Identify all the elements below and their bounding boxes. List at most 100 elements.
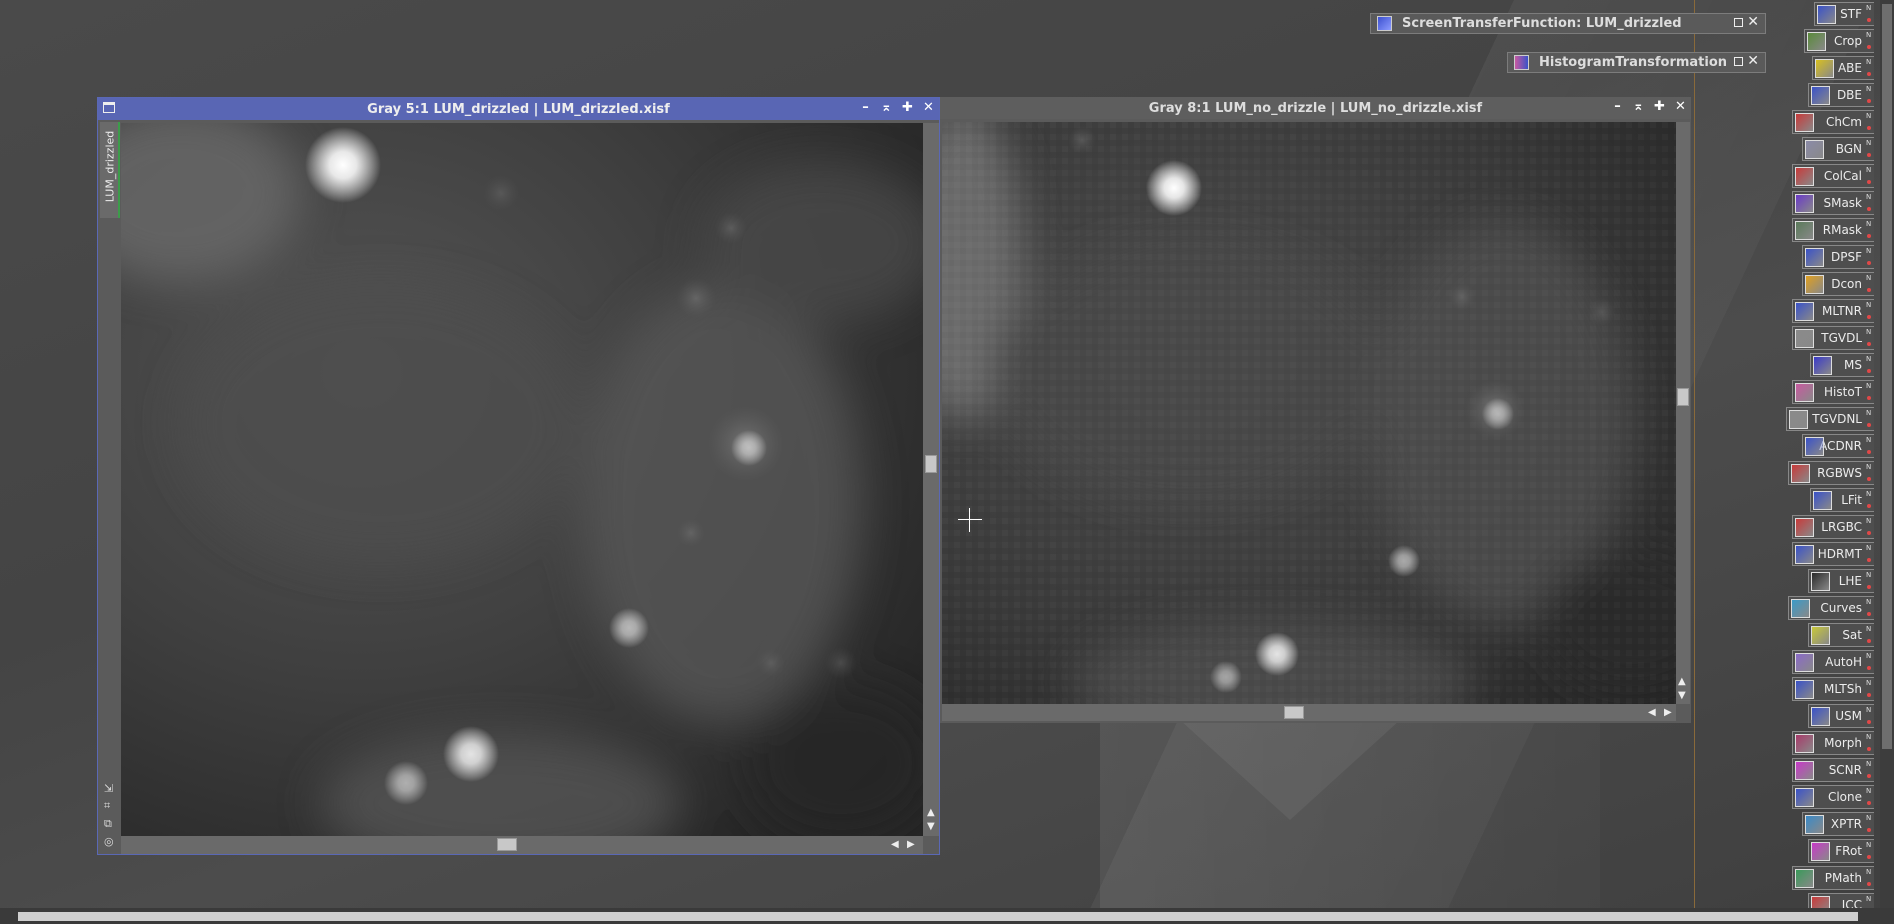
- new-instance-icon[interactable]: [1866, 409, 1872, 429]
- process-icon-histot[interactable]: HistoT: [1792, 380, 1874, 404]
- process-icon-abe[interactable]: ABE: [1812, 56, 1874, 80]
- image-viewport[interactable]: [121, 123, 923, 836]
- new-instance-icon[interactable]: [1866, 112, 1872, 132]
- new-instance-icon[interactable]: [1866, 679, 1872, 699]
- close-button[interactable]: ✕: [922, 100, 935, 115]
- process-icon-chcm[interactable]: ChCm: [1792, 110, 1874, 134]
- process-icon-stf[interactable]: STF: [1814, 2, 1874, 26]
- close-icon[interactable]: ✕: [1747, 14, 1759, 30]
- zoom-to-fit-icon[interactable]: ⇲: [104, 782, 114, 795]
- shade-button[interactable]: ⌅: [1632, 99, 1645, 114]
- floating-tool-histogram[interactable]: HistogramTransformation ✕: [1507, 52, 1766, 73]
- process-icon-autoh[interactable]: AutoH: [1792, 650, 1874, 674]
- new-instance-icon[interactable]: [1866, 166, 1872, 186]
- new-instance-icon[interactable]: [1866, 787, 1872, 807]
- process-icon-sat[interactable]: Sat: [1808, 623, 1874, 647]
- window-menu-icon[interactable]: [103, 102, 115, 113]
- new-instance-icon[interactable]: [1866, 220, 1872, 240]
- image-window-lum-drizzled[interactable]: Gray 5:1 LUM_drizzled | LUM_drizzled.xis…: [97, 97, 940, 855]
- process-icon-lrgbc[interactable]: LRGBC: [1792, 515, 1874, 539]
- new-instance-icon[interactable]: [1866, 490, 1872, 510]
- process-icon-lfit[interactable]: LFit: [1810, 488, 1874, 512]
- process-icon-clone[interactable]: Clone: [1792, 785, 1874, 809]
- new-instance-icon[interactable]: [1866, 436, 1872, 456]
- close-button[interactable]: ✕: [1674, 99, 1687, 114]
- new-instance-icon[interactable]: [1866, 544, 1872, 564]
- restore-icon[interactable]: [1734, 18, 1743, 27]
- scroll-left-icon[interactable]: ◀: [891, 839, 899, 850]
- horizontal-scrollbar[interactable]: ◀ ▶: [121, 836, 923, 854]
- new-instance-icon[interactable]: [1866, 247, 1872, 267]
- process-icon-pmath[interactable]: PMath: [1792, 866, 1874, 890]
- new-instance-icon[interactable]: [1866, 571, 1872, 591]
- process-icon-dpsf[interactable]: DPSF: [1802, 245, 1874, 269]
- window-titlebar[interactable]: Gray 5:1 LUM_drizzled | LUM_drizzled.xis…: [98, 98, 939, 120]
- floating-tool-stf[interactable]: ScreenTransferFunction: LUM_drizzled ✕: [1370, 13, 1766, 34]
- new-instance-icon[interactable]: [1866, 841, 1872, 861]
- shade-button[interactable]: ⌅: [880, 100, 893, 115]
- new-instance-icon[interactable]: [1866, 85, 1872, 105]
- scrollbar-thumb[interactable]: [925, 455, 937, 473]
- maximize-button[interactable]: ✚: [1653, 99, 1666, 114]
- maximize-button[interactable]: ✚: [901, 100, 914, 115]
- process-icon-rgbws[interactable]: RGBWS: [1788, 461, 1874, 485]
- new-instance-icon[interactable]: [1866, 31, 1872, 51]
- new-instance-icon[interactable]: [1866, 382, 1872, 402]
- process-icon-scnr[interactable]: SCNR: [1792, 758, 1874, 782]
- scroll-right-icon[interactable]: ▶: [1664, 707, 1672, 718]
- window-titlebar[interactable]: Gray 8:1 LUM_no_drizzle | LUM_no_drizzle…: [940, 97, 1691, 119]
- new-instance-icon[interactable]: [1866, 4, 1872, 24]
- new-instance-icon[interactable]: [1866, 814, 1872, 834]
- workspace-vertical-scrollbar[interactable]: [1880, 0, 1894, 908]
- new-instance-icon[interactable]: [1866, 193, 1872, 213]
- process-icon-smask[interactable]: SMask: [1792, 191, 1874, 215]
- process-icon-frot[interactable]: FRot: [1808, 839, 1874, 863]
- new-instance-icon[interactable]: [1866, 706, 1872, 726]
- process-icon-curves[interactable]: Curves: [1788, 596, 1874, 620]
- process-icon-crop[interactable]: Crop: [1804, 29, 1874, 53]
- new-instance-icon[interactable]: [1866, 652, 1872, 672]
- new-instance-icon[interactable]: [1866, 760, 1872, 780]
- process-icon-dbe[interactable]: DBE: [1808, 83, 1874, 107]
- process-icon-dcon[interactable]: Dcon: [1802, 272, 1874, 296]
- vertical-scrollbar[interactable]: ▲ ▼: [1676, 122, 1690, 704]
- process-icon-tgvdl[interactable]: TGVDL: [1792, 326, 1874, 350]
- scrollbar-thumb[interactable]: [18, 912, 1858, 921]
- new-instance-icon[interactable]: [1866, 598, 1872, 618]
- close-icon[interactable]: ✕: [1747, 53, 1759, 69]
- new-instance-icon[interactable]: [1866, 625, 1872, 645]
- image-viewport[interactable]: [942, 122, 1676, 704]
- process-icon-rmask[interactable]: RMask: [1792, 218, 1874, 242]
- scroll-right-icon[interactable]: ▶: [907, 839, 915, 850]
- new-instance-icon[interactable]: [1866, 139, 1872, 159]
- process-icon-hdrmt[interactable]: HDRMT: [1792, 542, 1874, 566]
- scroll-left-icon[interactable]: ◀: [1648, 707, 1656, 718]
- process-icon-mltnr[interactable]: MLTNR: [1792, 299, 1874, 323]
- process-icon-colcal[interactable]: ColCal: [1792, 164, 1874, 188]
- process-icon-usm[interactable]: USM: [1808, 704, 1874, 728]
- scrollbar-thumb[interactable]: [1882, 4, 1892, 749]
- scroll-up-icon[interactable]: ▲: [1678, 676, 1686, 687]
- new-instance-icon[interactable]: [1866, 463, 1872, 483]
- minimize-button[interactable]: –: [859, 100, 872, 115]
- new-instance-icon[interactable]: [1866, 328, 1872, 348]
- workspace-horizontal-scrollbar[interactable]: [0, 908, 1894, 924]
- scroll-down-icon[interactable]: ▼: [1678, 690, 1686, 701]
- fit-view-icon[interactable]: ⌗: [104, 799, 114, 813]
- scrollbar-thumb[interactable]: [497, 838, 517, 851]
- clone-view-icon[interactable]: ⧉: [104, 817, 114, 831]
- process-icon-bgn[interactable]: BGN: [1802, 137, 1874, 161]
- target-icon[interactable]: ◎: [104, 835, 114, 848]
- process-icon-tgvdnl[interactable]: TGVDNL: [1786, 407, 1874, 431]
- process-icon-lhe[interactable]: LHE: [1808, 569, 1874, 593]
- new-instance-icon[interactable]: [1866, 274, 1872, 294]
- new-instance-icon[interactable]: [1866, 517, 1872, 537]
- process-icon-xptr[interactable]: XPTR: [1802, 812, 1874, 836]
- scroll-down-icon[interactable]: ▼: [927, 821, 935, 832]
- vertical-scrollbar[interactable]: ▲ ▼: [923, 123, 939, 836]
- minimize-button[interactable]: –: [1611, 99, 1624, 114]
- process-icon-acdnr[interactable]: ACDNR: [1802, 434, 1874, 458]
- process-icon-morph[interactable]: Morph: [1792, 731, 1874, 755]
- horizontal-scrollbar[interactable]: ◀ ▶: [942, 704, 1676, 721]
- scrollbar-thumb[interactable]: [1284, 706, 1304, 719]
